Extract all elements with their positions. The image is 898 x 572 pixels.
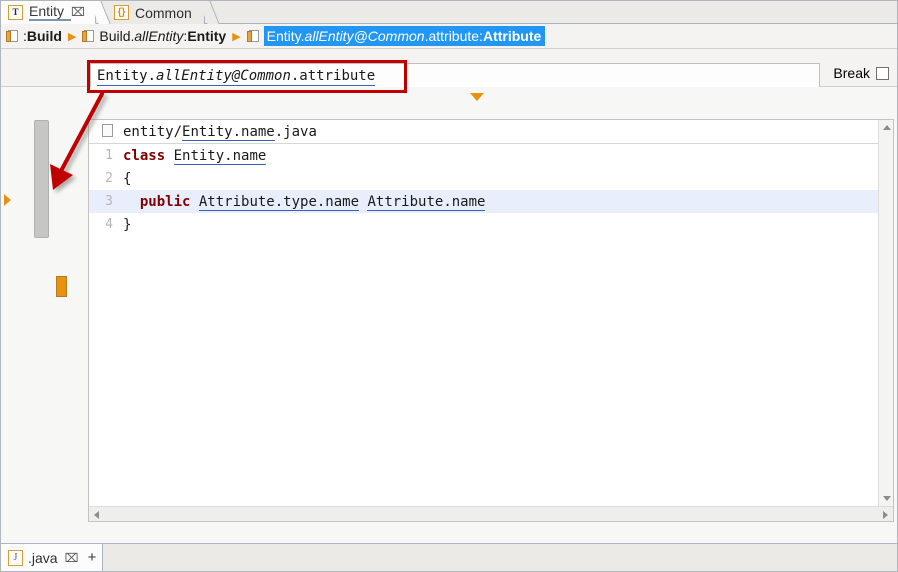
file-icon: [89, 124, 119, 139]
breadcrumb-item-attribute-label: Entity.allEntity@Common.attribute:Attrib…: [264, 26, 546, 46]
editor-panel: entity/Entity.name.java 1 class Entity.n…: [1, 87, 897, 543]
code-line[interactable]: 1 class Entity.name: [89, 144, 878, 167]
code-line-text: public Attribute.type.name Attribute.nam…: [119, 194, 485, 210]
vertical-scrollbar[interactable]: [878, 120, 893, 506]
bottom-tab-java-label: .java: [28, 550, 58, 566]
tab-entity[interactable]: T Entity ⌧: [1, 1, 96, 24]
expand-down-caret-icon[interactable]: [470, 93, 484, 101]
selector-input[interactable]: Entity.allEntity@Common.attribute: [90, 63, 820, 90]
breadcrumb-item-build-label: :Build: [23, 28, 62, 44]
horizontal-scrollbar[interactable]: [89, 506, 893, 521]
braces-icon: {}: [114, 5, 129, 20]
bottom-tab-java[interactable]: J .java ⌧: [1, 544, 83, 571]
break-label: Break: [833, 65, 870, 81]
expand-right-caret-icon[interactable]: [4, 194, 11, 206]
close-icon[interactable]: ⌧: [65, 552, 79, 564]
close-icon[interactable]: ⌧: [71, 6, 85, 18]
breadcrumb-item-entity-label: Build.allEntity:Entity: [99, 28, 226, 44]
code-editor[interactable]: entity/Entity.name.java 1 class Entity.n…: [88, 119, 894, 522]
module-icon: [6, 30, 19, 43]
chevron-right-icon: ▶: [68, 30, 76, 43]
tab-common[interactable]: {} Common: [107, 1, 205, 24]
chevron-right-icon: ▶: [232, 30, 240, 43]
scroll-down-arrow-icon[interactable]: [879, 491, 894, 506]
tab-common-label: Common: [135, 5, 199, 21]
code-line[interactable]: 2 {: [89, 167, 878, 190]
line-number: 1: [89, 148, 119, 163]
breadcrumb: :Build ▶ Build.allEntity:Entity ▶ Entity…: [1, 24, 897, 49]
editor-tab-bar: T Entity ⌧ {} Common: [1, 1, 897, 24]
code-line-active[interactable]: 3 public Attribute.type.name Attribute.n…: [89, 190, 878, 213]
file-header-text: entity/Entity.name.java: [119, 124, 317, 140]
scroll-right-arrow-icon[interactable]: [883, 511, 888, 519]
code-area[interactable]: entity/Entity.name.java 1 class Entity.n…: [89, 120, 878, 506]
selector-input-value: Entity.allEntity@Common.attribute: [97, 68, 375, 86]
breakpoint-marker[interactable]: [56, 276, 67, 297]
line-number: 3: [89, 194, 119, 209]
module-icon: [247, 30, 260, 43]
line-number: 2: [89, 171, 119, 186]
collapse-handle[interactable]: [34, 120, 49, 238]
tab-entity-label: Entity: [29, 3, 71, 21]
code-line-text: class Entity.name: [119, 148, 266, 164]
type-T-icon: T: [8, 5, 23, 20]
break-control[interactable]: Break: [833, 65, 889, 81]
application-window: T Entity ⌧ {} Common :Build ▶ Build.allE…: [0, 0, 898, 572]
file-header-row: entity/Entity.name.java: [89, 120, 878, 144]
add-tab-button[interactable]: +: [82, 544, 103, 571]
code-line-text: }: [119, 217, 131, 233]
breadcrumb-item-build[interactable]: :Build: [6, 28, 62, 44]
breadcrumb-item-entity[interactable]: Build.allEntity:Entity: [82, 28, 226, 44]
bottom-tab-bar: J .java ⌧ +: [1, 543, 897, 571]
module-icon: [82, 30, 95, 43]
code-line-text: {: [119, 171, 131, 187]
code-line[interactable]: 4 }: [89, 213, 878, 236]
scroll-up-arrow-icon[interactable]: [879, 120, 894, 135]
java-file-icon: J: [8, 550, 23, 566]
breadcrumb-item-attribute[interactable]: Entity.allEntity@Common.attribute:Attrib…: [247, 26, 546, 46]
scroll-left-arrow-icon[interactable]: [94, 511, 99, 519]
tab-shape: [198, 1, 219, 24]
break-checkbox[interactable]: [876, 67, 889, 80]
line-number: 4: [89, 217, 119, 232]
